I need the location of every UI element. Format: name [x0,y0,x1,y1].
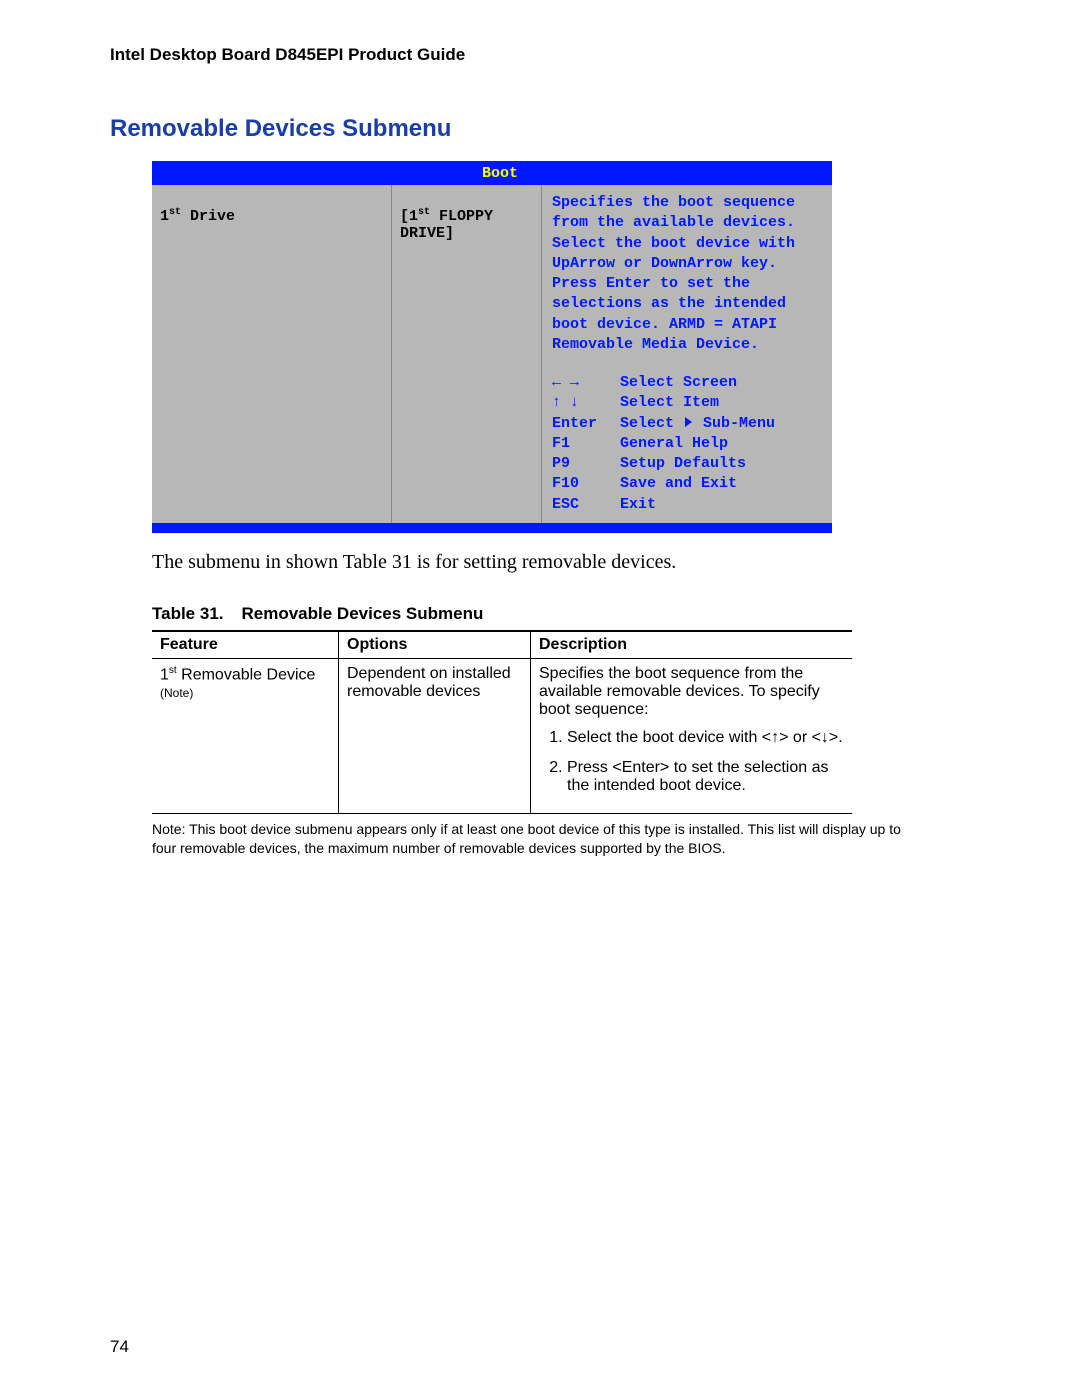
legend-row: F1General Help [552,434,822,454]
legend-row: P9Setup Defaults [552,454,822,474]
cell-description: Specifies the boot sequence from the ava… [531,658,853,813]
col-header-description: Description [531,631,853,659]
feature-table: Feature Options Description 1st Removabl… [152,630,852,814]
document-header: Intel Desktop Board D845EPI Product Guid… [110,45,970,65]
bios-drive-label: 1st Drive [160,207,383,225]
bios-screenshot: Boot 1st Drive [1st FLOPPY DRIVE] Specif… [152,161,832,533]
col-header-feature: Feature [152,631,339,659]
bios-tab-boot: Boot [152,165,518,182]
bios-key-legend: ← →Select Screen ↑ ↓Select Item Enter Se… [552,373,822,515]
bios-bottom-bar [152,523,832,533]
section-heading: Removable Devices Submenu [110,115,970,143]
legend-row: F10Save and Exit [552,474,822,494]
table-row: 1st Removable Device (Note) Dependent on… [152,658,852,813]
bios-value-pane: [1st FLOPPY DRIVE] [392,185,542,523]
bios-menu-bar: Boot [152,161,832,185]
legend-row: ↑ ↓Select Item [552,393,822,413]
bios-drive-value: [1st FLOPPY DRIVE] [400,207,533,242]
list-item: Press <Enter> to set the selection as th… [567,759,844,795]
bios-help-pane: Specifies the boot sequence from the ava… [542,185,832,523]
bios-left-pane: 1st Drive [152,185,392,523]
col-header-options: Options [339,631,531,659]
bios-help-text: Specifies the boot sequence from the ava… [552,193,822,355]
table-footnote: Note: This boot device submenu appears o… [152,820,912,858]
list-item: Select the boot device with <↑> or <↓>. [567,729,844,747]
cell-options: Dependent on installed removable devices [339,658,531,813]
intro-paragraph: The submenu in shown Table 31 is for set… [152,551,970,574]
table-caption: Table 31.Removable Devices Submenu [152,604,970,624]
triangle-right-icon [685,417,692,427]
legend-row: ← →Select Screen [552,373,822,393]
page-number: 74 [110,1337,129,1357]
cell-feature: 1st Removable Device (Note) [152,658,339,813]
legend-row: Enter Select Sub-Menu [552,414,822,434]
legend-row: ESCExit [552,495,822,515]
